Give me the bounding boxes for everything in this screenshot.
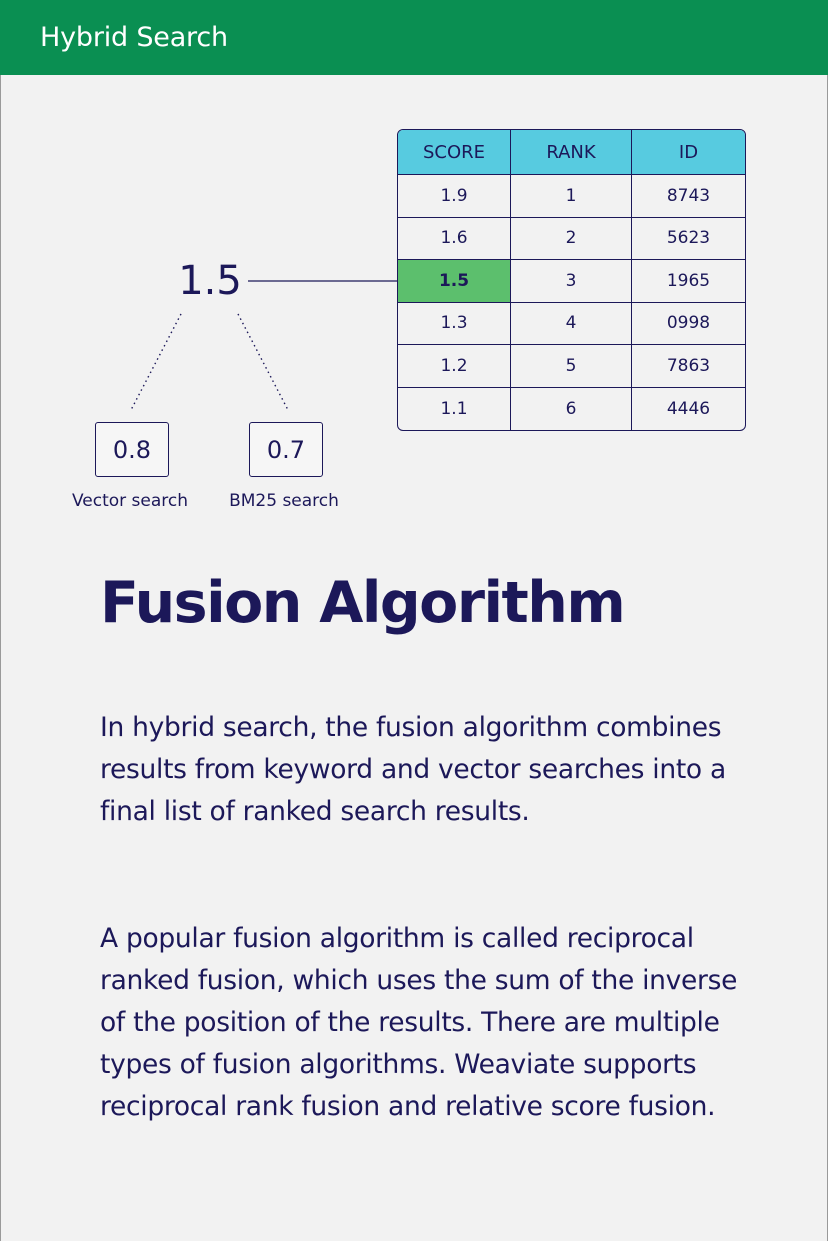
table-cell-rank: 6	[511, 387, 632, 430]
table-header-score: SCORE	[398, 130, 511, 175]
vector-search-label: Vector search	[71, 491, 189, 511]
vector-score-box: 0.8	[95, 422, 169, 477]
table-cell-rank: 5	[511, 345, 632, 388]
paragraph-rrf: A popular fusion algorithm is called rec…	[100, 923, 738, 1122]
table-cell-score: 1.1	[398, 387, 511, 430]
combined-score: 1.5	[178, 258, 242, 304]
paragraph-intro: In hybrid search, the fusion algorithm c…	[100, 712, 726, 827]
bm25-score-box: 0.7	[249, 422, 323, 477]
results-table-grid: SCORE RANK ID 1.9 1 8743 1.6 2 5623 1.5 3 1965 1.3 4 0…	[398, 130, 745, 430]
results-table: SCORE RANK ID 1.9 1 8743 1.6 2 5623 1.5 3 1965 1.3 4 0…	[397, 129, 746, 431]
bm25-dotted-line	[237, 313, 289, 411]
table-cell-score: 1.9	[398, 175, 511, 218]
table-cell-score: 1.2	[398, 345, 511, 388]
table-header-rank: RANK	[511, 130, 632, 175]
table-cell-id: 5623	[632, 218, 745, 260]
table-cell-rank: 4	[511, 302, 632, 345]
table-cell-id: 7863	[632, 345, 745, 388]
table-cell-score: 1.6	[398, 217, 511, 260]
table-header-id: ID	[632, 130, 745, 175]
vector-dotted-line	[130, 313, 182, 411]
table-cell-score: 1.3	[398, 302, 511, 345]
page-title: Fusion Algorithm	[100, 570, 626, 636]
table-cell-id: 1965	[632, 260, 745, 303]
table-cell-score: 1.5	[398, 260, 511, 303]
table-cell-id: 0998	[632, 303, 745, 345]
table-cell-id: 8743	[632, 175, 745, 218]
table-cell-rank: 1	[511, 175, 632, 218]
bm25-search-label: BM25 search	[229, 491, 339, 511]
table-cell-rank: 3	[511, 260, 632, 303]
table-cell-id: 4446	[666, 398, 711, 419]
table-cell-rank: 2	[511, 217, 632, 260]
